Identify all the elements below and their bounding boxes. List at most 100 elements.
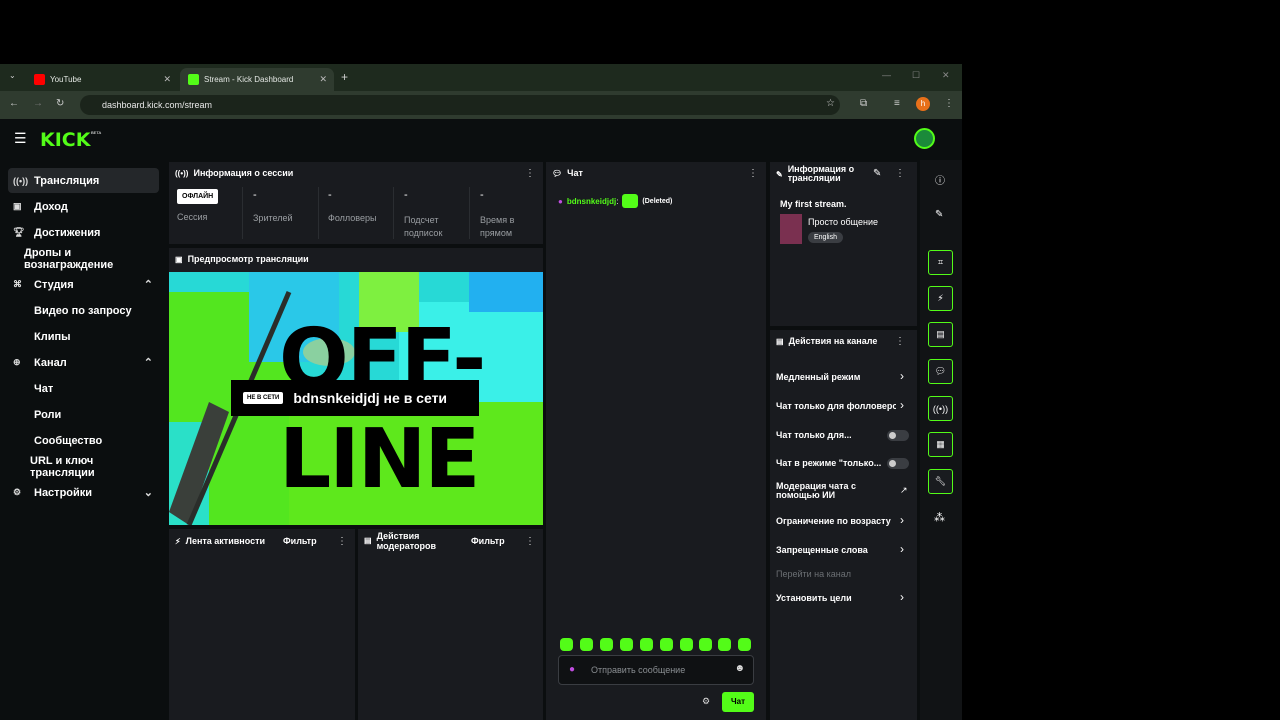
pencil-icon[interactable]: ✎ bbox=[935, 209, 943, 220]
emote-icon[interactable] bbox=[699, 638, 712, 651]
reload-icon[interactable]: ↻ bbox=[56, 98, 64, 109]
rail-broadcast-button[interactable]: ((•)) bbox=[928, 396, 953, 421]
sidebar-item-settings[interactable]: ⚙ Настройки ⌄ bbox=[8, 480, 159, 505]
more-menu-icon[interactable]: ⋮ bbox=[895, 168, 905, 179]
action-followers-only[interactable]: Чат только для фолловеров bbox=[776, 401, 896, 411]
tab-youtube[interactable]: YouTube ✕ bbox=[26, 68, 178, 91]
close-icon[interactable]: ✕ bbox=[319, 74, 327, 85]
chevron-right-icon[interactable]: › bbox=[900, 369, 904, 383]
sidebar-item-label: Студия bbox=[34, 278, 74, 291]
rail-layout-button[interactable]: ▦ bbox=[928, 432, 953, 457]
panel-header: ((•)) Информация о сессии bbox=[175, 168, 293, 178]
info-icon[interactable]: ⓘ bbox=[935, 172, 945, 187]
kick-logo[interactable]: KICK bbox=[40, 129, 90, 151]
rail-activity-button[interactable]: ⚡︎ bbox=[928, 286, 953, 311]
action-age-restriction[interactable]: Ограничение по возрасту bbox=[776, 516, 896, 526]
action-emote-only[interactable]: Чат в режиме "только... bbox=[776, 458, 886, 468]
filter-button[interactable]: Фильтр bbox=[471, 536, 505, 546]
youtube-icon bbox=[34, 74, 45, 85]
emote-icon[interactable] bbox=[620, 638, 633, 651]
emoji-picker-icon[interactable]: ☻ bbox=[734, 663, 745, 674]
forward-icon[interactable]: → bbox=[33, 98, 43, 109]
filter-button[interactable]: Фильтр bbox=[283, 536, 317, 546]
stream-preview[interactable]: OFF- LINE НЕ В СЕТИ bdnsnkeidjdj не в се… bbox=[169, 272, 543, 525]
sidebar-item-label: Клипы bbox=[34, 330, 71, 343]
sidebar-item-channel[interactable]: ⊕ Канал ⌃ bbox=[8, 350, 159, 375]
emote-icon[interactable] bbox=[738, 638, 751, 651]
tab-search-icon[interactable]: ⌄ bbox=[9, 71, 16, 80]
emote-icon[interactable] bbox=[580, 638, 593, 651]
emote-icon[interactable] bbox=[600, 638, 613, 651]
action-slow-mode[interactable]: Медленный режим bbox=[776, 372, 896, 382]
studio-icon: ⌘ bbox=[13, 279, 22, 289]
sidebar-item-vod[interactable]: Видео по запросу bbox=[8, 298, 159, 323]
browser-menu-icon[interactable]: ⋮ bbox=[944, 98, 954, 109]
more-menu-icon[interactable]: ⋮ bbox=[525, 536, 535, 547]
action-ai-moderation[interactable]: Модерация чата с помощью ИИ bbox=[776, 482, 876, 500]
profile-avatar[interactable]: h bbox=[916, 97, 930, 111]
action-go-to-channel[interactable]: Перейти на канал bbox=[776, 569, 896, 579]
emote-icon[interactable] bbox=[680, 638, 693, 651]
back-icon[interactable]: ← bbox=[9, 98, 19, 109]
more-menu-icon[interactable]: ⋮ bbox=[748, 168, 758, 179]
sidebar-item-community[interactable]: Сообщество bbox=[8, 428, 159, 453]
media-icon[interactable]: ≡ bbox=[894, 98, 900, 109]
tab-label: YouTube bbox=[50, 75, 82, 84]
user-avatar[interactable] bbox=[914, 128, 935, 149]
mic-icon: ● bbox=[569, 664, 576, 675]
close-window-icon[interactable]: ✕ bbox=[942, 70, 950, 81]
more-menu-icon[interactable]: ⋮ bbox=[895, 336, 905, 347]
chevron-right-icon[interactable]: › bbox=[900, 513, 904, 527]
rail-focus-button[interactable]: ⌗ bbox=[928, 250, 953, 275]
emote-icon[interactable] bbox=[660, 638, 673, 651]
action-subs-only[interactable]: Чат только для... bbox=[776, 430, 886, 440]
emote-icon[interactable] bbox=[718, 638, 731, 651]
more-menu-icon[interactable]: ⋮ bbox=[525, 168, 535, 179]
sidebar-item-roles[interactable]: Роли bbox=[8, 402, 159, 427]
chevron-right-icon[interactable]: › bbox=[900, 398, 904, 412]
chevron-right-icon[interactable]: › bbox=[900, 542, 904, 556]
category-name: Просто общение bbox=[808, 217, 878, 227]
toggle-switch[interactable] bbox=[887, 430, 909, 441]
emote-icon[interactable] bbox=[640, 638, 653, 651]
sidebar-item-label: Канал bbox=[34, 356, 67, 369]
maximize-icon[interactable]: ☐ bbox=[912, 70, 920, 81]
bookmark-star-icon[interactable]: ☆ bbox=[826, 98, 835, 109]
mod-actions-panel: ▤ Действия модераторов Фильтр ⋮ bbox=[358, 529, 543, 720]
sidebar-item-chat[interactable]: Чат bbox=[8, 376, 159, 401]
chat-send-button[interactable]: Чат bbox=[722, 692, 754, 712]
chat-username[interactable]: bdnsnkeidjdj bbox=[567, 197, 616, 206]
sidebar-item-broadcast[interactable]: ((•)) Трансляция bbox=[8, 168, 159, 193]
bolt-icon: ⚡︎ bbox=[175, 536, 181, 546]
rail-mod-button[interactable]: ▤ bbox=[928, 322, 953, 347]
close-icon[interactable]: ✕ bbox=[163, 74, 171, 85]
edit-icon[interactable]: ✎ bbox=[873, 168, 881, 179]
rail-chat-button[interactable]: 💬︎ bbox=[928, 359, 953, 384]
extensions-icon[interactable]: ⧉ bbox=[860, 98, 867, 109]
chat-settings-icon[interactable]: ⚙ bbox=[702, 696, 710, 707]
sidebar-item-studio[interactable]: ⌘ Студия ⌃ bbox=[8, 272, 159, 297]
sidebar-item-revenue[interactable]: ▣ Доход bbox=[8, 194, 159, 219]
deleted-label: (Deleted) bbox=[642, 197, 673, 205]
panel-header: ▤ Действия на канале bbox=[776, 336, 877, 346]
more-menu-icon[interactable]: ⋮ bbox=[337, 536, 347, 547]
share-icon[interactable]: ⁂ bbox=[934, 511, 945, 524]
rail-tools-button[interactable]: 🔧︎ bbox=[928, 469, 953, 494]
minimize-icon[interactable]: — bbox=[882, 70, 891, 80]
action-set-goals[interactable]: Установить цели bbox=[776, 593, 896, 603]
emote-icon[interactable] bbox=[560, 638, 573, 651]
url-field[interactable]: dashboard.kick.com/stream bbox=[80, 95, 840, 115]
external-link-icon[interactable]: ↗ bbox=[900, 485, 908, 496]
chevron-right-icon[interactable]: › bbox=[900, 590, 904, 604]
action-label: Чат только для фолловеров bbox=[776, 401, 896, 411]
sidebar-item-url-key[interactable]: URL и ключ трансляции bbox=[8, 454, 159, 479]
action-banned-words[interactable]: Запрещенные слова bbox=[776, 545, 896, 555]
new-tab-icon[interactable]: + bbox=[341, 70, 348, 84]
chat-input[interactable]: ● Отправить сообщение ☻ bbox=[558, 655, 754, 685]
toggle-switch[interactable] bbox=[887, 458, 909, 469]
hamburger-menu-icon[interactable]: ☰ bbox=[14, 130, 27, 147]
sidebar-item-clips[interactable]: Клипы bbox=[8, 324, 159, 349]
tab-kick-dashboard[interactable]: Stream - Kick Dashboard ✕ bbox=[180, 68, 334, 91]
sidebar-item-achievements[interactable]: 🏆︎ Достижения bbox=[8, 220, 159, 245]
sidebar-item-drops[interactable]: Дропы и вознаграждение bbox=[8, 246, 159, 271]
